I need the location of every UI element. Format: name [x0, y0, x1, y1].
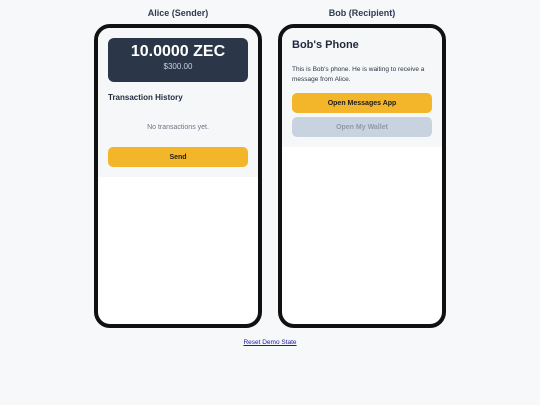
alice-phone-title: Alice (Sender)	[147, 8, 209, 18]
open-messages-button[interactable]: Open Messages App	[292, 93, 432, 113]
reset-demo-link[interactable]: Reset Demo State	[243, 339, 296, 346]
bob-phone-heading: Bob's Phone	[292, 39, 359, 51]
open-wallet-button: Open My Wallet	[292, 117, 432, 137]
bob-home-screen: Bob's Phone This is Bob's phone. He is w…	[282, 28, 442, 147]
bob-phone-description: This is Bob's phone. He is waiting to re…	[292, 66, 425, 83]
balance-usd: $300.00	[163, 62, 193, 71]
bob-column: Bob (Recipient) Bob's Phone This is Bob'…	[278, 6, 446, 328]
bob-phone-title: Bob (Recipient)	[328, 8, 396, 18]
send-button[interactable]: Send	[108, 147, 248, 167]
empty-transactions-message: No transactions yet.	[147, 124, 209, 131]
alice-wallet-screen: 10.0000 ZEC $300.00 Transaction History …	[98, 28, 258, 177]
bob-phone: Bob's Phone This is Bob's phone. He is w…	[278, 24, 446, 328]
balance-card: 10.0000 ZEC $300.00	[108, 38, 248, 82]
reset-link-container: Reset Demo State	[0, 339, 540, 346]
transaction-history-title: Transaction History	[108, 93, 183, 102]
balance-zec: 10.0000 ZEC	[130, 43, 226, 60]
alice-column: Alice (Sender) 10.0000 ZEC $300.00 Trans…	[94, 6, 262, 328]
alice-phone: 10.0000 ZEC $300.00 Transaction History …	[94, 24, 262, 328]
demo-stage: Alice (Sender) 10.0000 ZEC $300.00 Trans…	[0, 0, 540, 405]
